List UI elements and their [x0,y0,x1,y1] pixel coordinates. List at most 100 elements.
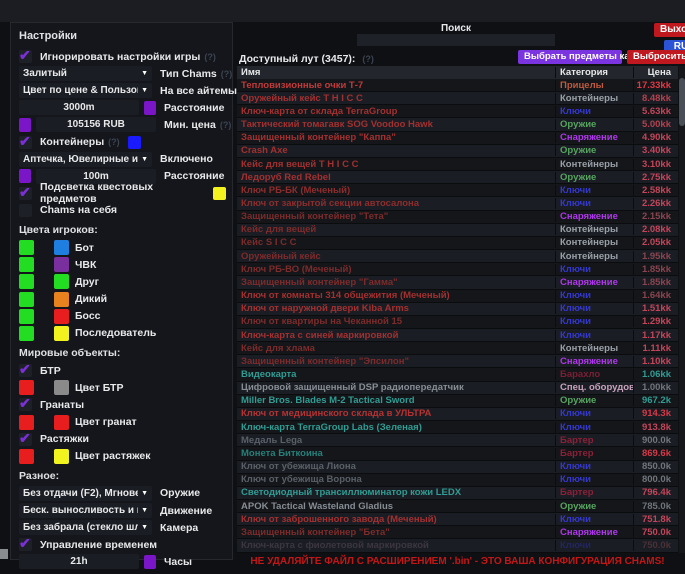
search-input[interactable] [357,34,555,46]
item-category: Ключи [555,316,633,327]
grenades-row: Гранаты [19,396,226,413]
table-row[interactable]: Тактический томагавк SOG Voodoo HawkОруж… [237,118,678,131]
player-color-swatch-1[interactable] [19,326,34,341]
table-row[interactable]: Светодиодный трансиллюминатор кожи LEDXБ… [237,487,678,500]
table-row[interactable]: Crash AxeОружие3.40kk [237,145,678,158]
table-row[interactable]: Ключ от комнаты 314 общежития (Меченый)К… [237,290,678,303]
tripwire-color-swatch-1[interactable] [19,449,34,464]
table-row[interactable]: Ключ от закрытой секции автосалонаКлючи2… [237,197,678,210]
grenade-color-swatch-1[interactable] [19,415,34,430]
container-distance-color-swatch[interactable] [19,169,31,183]
checkbox-checked-icon[interactable] [19,50,32,63]
table-row[interactable]: Медаль LegaБартер900.0k [237,434,678,447]
quest-highlight-color-swatch[interactable] [213,187,226,200]
table-row[interactable]: Ключ от наружной двери Kiba ArmsКлючи1.5… [237,303,678,316]
checkbox-checked-icon[interactable] [19,136,32,149]
table-row[interactable]: Ключ-карта с синей маркировкойКлючи1.17k… [237,329,678,342]
item-category: Ключи [555,461,633,472]
table-row[interactable]: Тепловизионные очки Т-7Прицелы17.33kk [237,79,678,92]
table-row[interactable]: Оружейный кейсКонтейнеры1.95kk [237,250,678,263]
table-row[interactable]: Оружейный кейс T H I C CКонтейнеры8.48kk [237,92,678,105]
column-header-price[interactable]: Цена [633,67,678,78]
weapon-dropdown[interactable]: Без отдачи (F2), Мгновенное п ▼ [19,486,152,501]
table-row[interactable]: Кейс для вещей T H I C CКонтейнеры3.10kk [237,158,678,171]
table-row[interactable]: Ключ от квартиры на Чеканной 15Ключи1.29… [237,316,678,329]
scrollbar-thumb[interactable] [679,78,685,126]
hours-input[interactable]: 21h [19,554,139,569]
help-icon[interactable]: (?) [204,52,216,62]
help-icon[interactable]: (?) [221,69,233,79]
column-header-category[interactable]: Категория [555,67,633,78]
distance-color-swatch[interactable] [144,101,156,115]
player-color-swatch-1[interactable] [19,309,34,324]
table-row[interactable]: APOK Tactical Wasteland GladiusОружие785… [237,500,678,513]
grenade-color-swatch-2[interactable] [54,415,69,430]
player-color-swatch-2[interactable] [54,240,69,255]
table-row[interactable]: ВидеокартаБарахло1.06kk [237,368,678,381]
player-color-swatch-2[interactable] [54,257,69,272]
container-filter-dropdown[interactable]: Аптечка, Ювелирные и... ▼ [19,152,152,167]
table-row[interactable]: Кейс для вещейКонтейнеры2.08kk [237,224,678,237]
table-row[interactable]: Ключ от медицинского склада в УЛЬТРАКлюч… [237,408,678,421]
btr-color-swatch-1[interactable] [19,380,34,395]
table-row[interactable]: Ключ от убежища ВоронаКлючи800.0k [237,474,678,487]
distance-input[interactable]: 3000m [19,100,139,115]
table-row[interactable]: Ключ от убежища ЛионаКлючи850.0k [237,461,678,474]
table-row[interactable]: Цифровой защищенный DSP радиопередатчикС… [237,382,678,395]
column-header-name[interactable]: Имя [237,67,555,78]
checkbox-unchecked-icon[interactable] [19,204,32,217]
player-color-swatch-2[interactable] [54,274,69,289]
player-color-swatch-2[interactable] [54,292,69,307]
help-icon[interactable]: (?) [108,137,120,147]
item-name: Ключ-карта TerraGroup Labs (Зеленая) [237,422,555,433]
chams-type-dropdown[interactable]: Залитый ▼ [19,66,152,81]
checkbox-checked-icon[interactable] [19,433,32,446]
checkbox-checked-icon[interactable] [19,398,32,411]
table-row[interactable]: Ключ РБ-ВО (Меченый)Ключи1.85kk [237,263,678,276]
table-row[interactable]: Ключ-карта от склада TerraGroupКлючи5.63… [237,105,678,118]
table-row[interactable]: Защищенный контейнер "Тета"Снаряжение2.1… [237,211,678,224]
table-row[interactable]: Защищенный контейнер "Бета"Снаряжение750… [237,526,678,539]
table-row[interactable]: Защищенный контейнер "Эпсилон"Снаряжение… [237,355,678,368]
player-color-swatch-1[interactable] [19,274,34,289]
item-name: APOK Tactical Wasteland Gladius [237,501,555,512]
container-filter-row: Аптечка, Ювелирные и... ▼ Включено [19,151,226,168]
btr-color-swatch-2[interactable] [54,380,69,395]
table-row[interactable]: Ключ-карта TerraGroup Labs (Зеленая)Ключ… [237,421,678,434]
player-color-swatch-1[interactable] [19,292,34,307]
hours-color-swatch[interactable] [144,555,156,569]
color-by-price-dropdown[interactable]: Цвет по цене & Пользователь ▼ [19,83,152,98]
table-row[interactable]: Кейс для хламаКонтейнеры1.11kk [237,342,678,355]
exit-button[interactable]: Выход [654,23,685,37]
tripwire-color-swatch-2[interactable] [54,449,69,464]
player-color-swatch-2[interactable] [54,326,69,341]
min-price-color-swatch[interactable] [19,118,31,132]
containers-color-swatch[interactable] [128,136,141,149]
help-icon[interactable]: (?) [220,120,232,130]
table-scrollbar[interactable] [679,66,685,553]
drop-all-button[interactable]: Выбросить все [627,50,685,64]
table-row[interactable]: Ледоруб Red RebelОружие2.75kk [237,171,678,184]
player-color-swatch-2[interactable] [54,309,69,324]
weapon-value: Без отдачи (F2), Мгновенное п [23,488,138,499]
table-row[interactable]: Кейс S I C CКонтейнеры2.05kk [237,237,678,250]
min-price-input[interactable]: 105156 RUB [36,117,156,132]
color-by-price-value: Цвет по цене & Пользователь [23,85,138,96]
table-row[interactable]: Защищенный контейнер "Гамма"Снаряжение1.… [237,276,678,289]
table-row[interactable]: Защищенный контейнер "Каппа"Снаряжение4.… [237,132,678,145]
table-row[interactable]: Ключ-карта с фиолетовой маркировкойКлючи… [237,539,678,552]
help-icon[interactable]: (?) [362,54,374,64]
table-row[interactable]: Ключ от заброшенного завода (Меченый)Клю… [237,513,678,526]
player-color-swatch-1[interactable] [19,257,34,272]
item-price: 5.63kk [633,106,678,117]
checkbox-checked-icon[interactable] [19,187,32,200]
checkbox-checked-icon[interactable] [19,538,32,551]
table-row[interactable]: Miller Bros. Blades M-2 Tactical SwordОр… [237,395,678,408]
select-kappa-items-button[interactable]: Выбрать предметы каппа [518,50,622,64]
player-color-swatch-1[interactable] [19,240,34,255]
table-row[interactable]: Ключ РБ-БК (Меченый)Ключи2.58kk [237,184,678,197]
table-row[interactable]: Монета БиткоинаБартер869.6k [237,447,678,460]
camera-dropdown[interactable]: Без забрала (стекло шлема) ▼ [19,520,152,535]
movement-dropdown[interactable]: Беск. выносливость и нет уста ▼ [19,503,152,518]
checkbox-checked-icon[interactable] [19,364,32,377]
